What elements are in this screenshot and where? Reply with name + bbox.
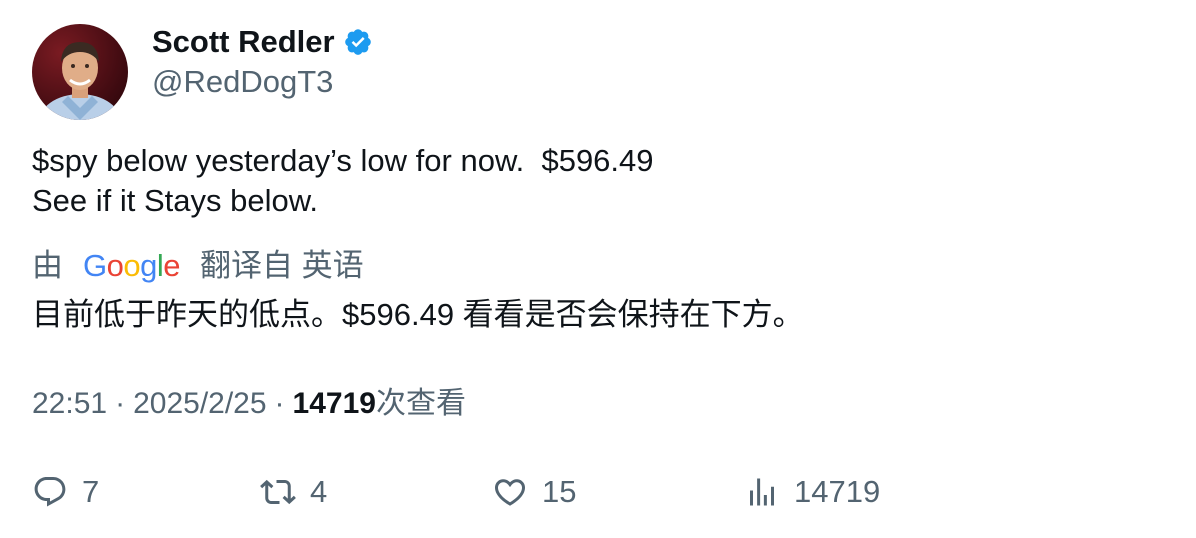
tweet-text: $spy below yesterday’s low for now. $596… xyxy=(32,143,654,218)
meta-separator: · xyxy=(115,387,126,420)
reply-count: 7 xyxy=(82,474,100,509)
retweet-count: 4 xyxy=(310,474,328,509)
author-handle[interactable]: @RedDogT3 xyxy=(152,63,333,101)
views-count: 14719 xyxy=(292,387,376,420)
tweet-meta: 22:51 · 2025/2/25 · 14719 次查看 xyxy=(32,384,466,424)
analytics-icon xyxy=(750,478,774,506)
translation-attribution: 由 Google 翻译自 英语 xyxy=(32,246,364,286)
views-label: 次查看 xyxy=(375,387,466,420)
tweet-actions: 7 4 15 14719 xyxy=(32,470,1172,514)
heart-icon xyxy=(494,479,526,506)
reply-icon xyxy=(34,477,66,507)
verified-badge-icon[interactable] xyxy=(343,27,373,57)
translated-text: 目前低于昨天的低点。$596.49 看看是否会保持在下方。 xyxy=(32,297,804,332)
avatar[interactable] xyxy=(32,24,128,120)
retweet-button[interactable]: 4 xyxy=(260,470,327,514)
retweet-icon xyxy=(260,479,296,505)
tweet-time[interactable]: 22:51 xyxy=(32,384,107,424)
views-button[interactable]: 14719 xyxy=(744,470,880,514)
translation-prefix: 由 xyxy=(32,248,63,283)
display-name[interactable]: Scott Redler xyxy=(152,22,335,62)
google-logo[interactable]: Google xyxy=(83,246,181,286)
like-button[interactable]: 15 xyxy=(492,470,576,514)
like-count: 15 xyxy=(542,474,577,509)
translation-suffix: 翻译自 英语 xyxy=(200,248,364,283)
avatar-photo xyxy=(38,42,122,120)
views-action-count: 14719 xyxy=(794,474,881,509)
meta-separator: · xyxy=(274,387,285,420)
tweet-date[interactable]: 2025/2/25 xyxy=(133,384,266,424)
reply-button[interactable]: 7 xyxy=(32,470,99,514)
author-name-row[interactable]: Scott Redler xyxy=(152,22,373,62)
